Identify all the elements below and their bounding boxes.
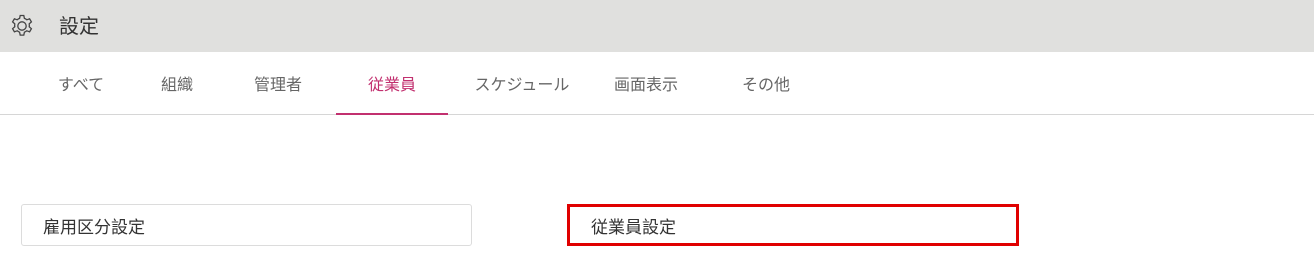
employment-type-settings-card[interactable]: 雇用区分設定 (21, 204, 472, 246)
tab-all[interactable]: すべて (51, 52, 111, 114)
page-title: 設定 (59, 14, 99, 38)
card-label: 雇用区分設定 (43, 217, 145, 238)
tab-organization[interactable]: 組織 (147, 52, 207, 114)
tab-label: 画面表示 (613, 75, 678, 94)
tab-employees[interactable]: 従業員 (336, 52, 448, 115)
tab-schedule[interactable]: スケジュール (462, 52, 582, 114)
tab-administrators[interactable]: 管理者 (240, 52, 316, 114)
tab-label: 組織 (160, 75, 193, 94)
tab-label: その他 (741, 75, 790, 94)
tab-label: 管理者 (253, 75, 302, 94)
employee-settings-card[interactable]: 従業員設定 (567, 204, 1019, 246)
tab-display[interactable]: 画面表示 (600, 52, 692, 114)
card-label: 従業員設定 (591, 217, 676, 238)
gear-icon (11, 14, 33, 36)
active-tab-indicator (336, 113, 448, 115)
tab-label: すべて (57, 75, 105, 94)
tab-label: スケジュール (474, 75, 570, 94)
settings-header: 設定 (0, 0, 1314, 52)
tab-label: 従業員 (367, 75, 416, 94)
tab-other[interactable]: その他 (726, 52, 806, 114)
settings-tabs: すべて 組織 管理者 従業員 スケジュール 画面表示 その他 (0, 52, 1314, 115)
